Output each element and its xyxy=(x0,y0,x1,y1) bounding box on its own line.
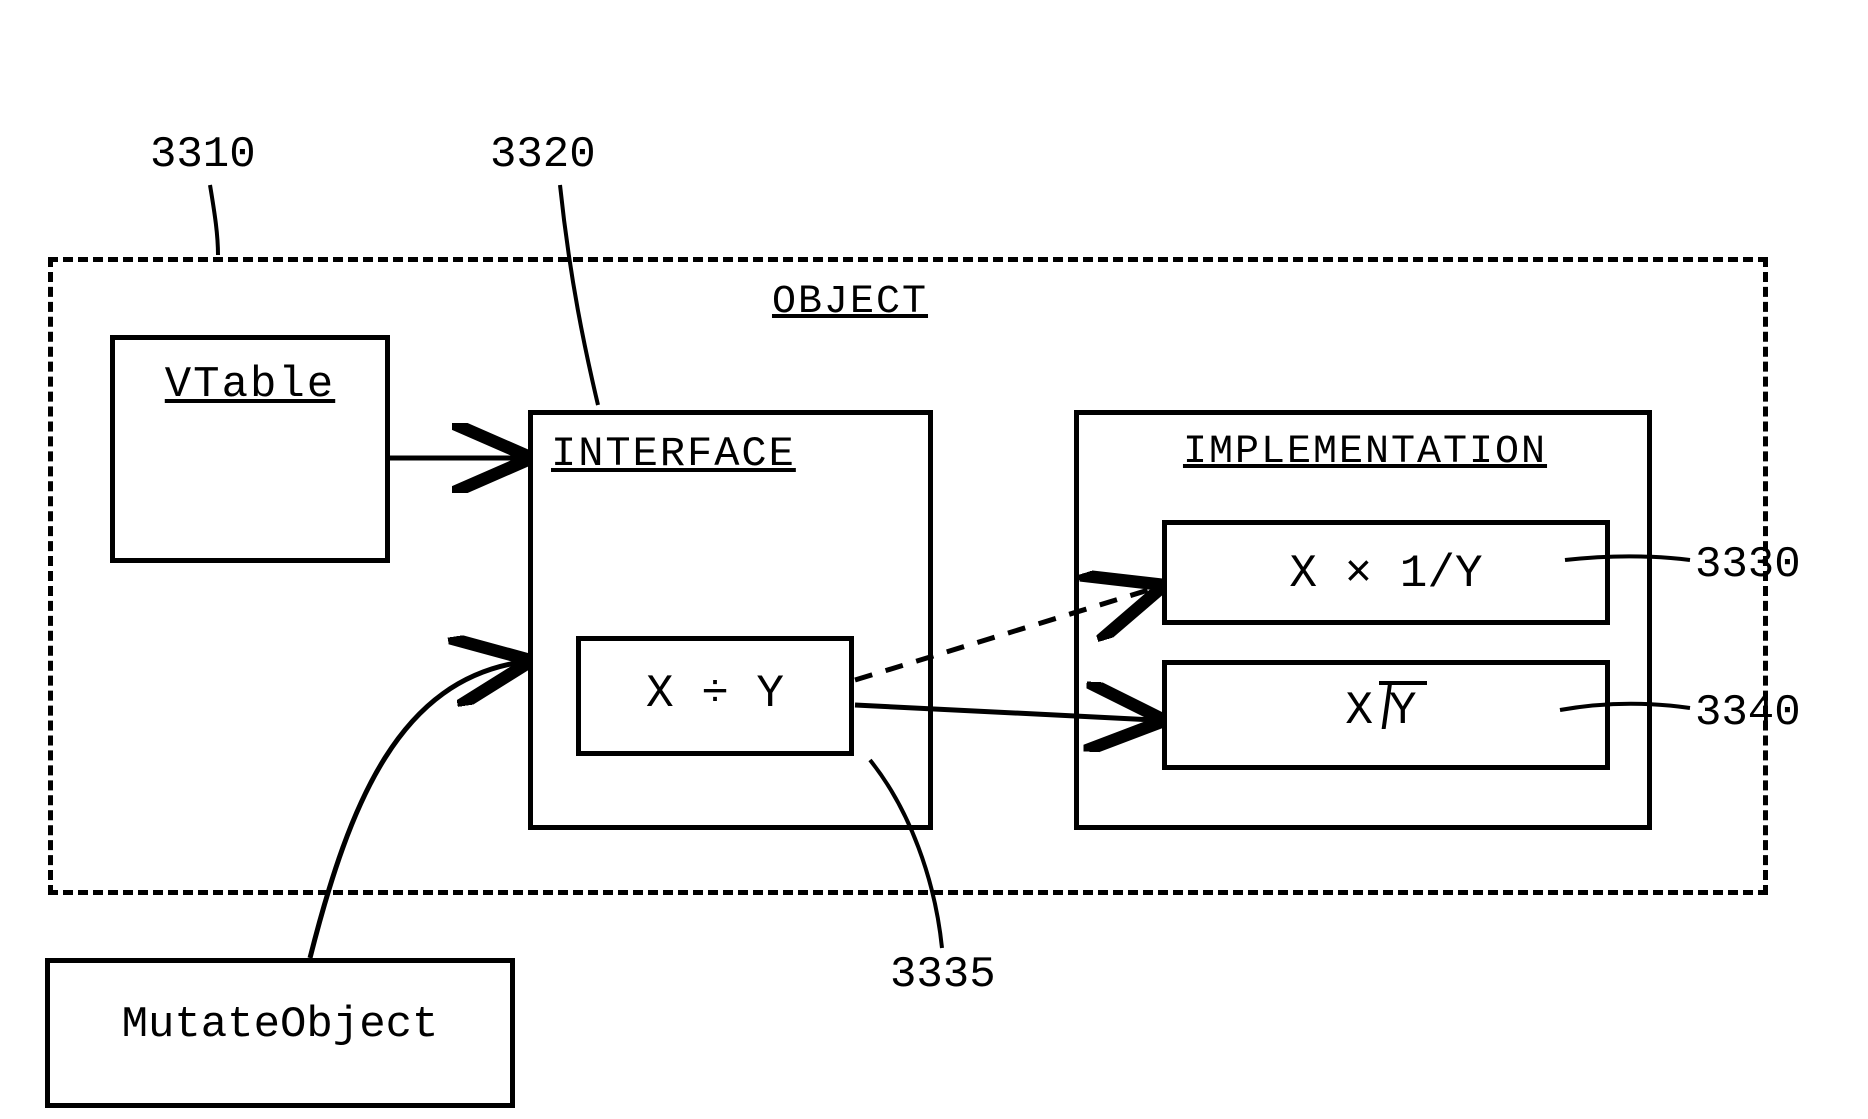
ref-3310: 3310 xyxy=(150,130,256,180)
vtable-title: VTable xyxy=(130,360,370,410)
implementation-1-formula: X × 1/Y xyxy=(1162,548,1610,600)
interface-title: INTERFACE xyxy=(545,430,915,478)
ref-3335: 3335 xyxy=(890,950,996,1000)
diagram-canvas: OBJECT VTable INTERFACE X ÷ Y IMPLEMENTA… xyxy=(0,0,1868,1119)
mutate-object-label: MutateObject xyxy=(45,1000,515,1050)
ref-3330: 3330 xyxy=(1695,540,1801,590)
interface-operation: X ÷ Y xyxy=(576,668,854,720)
implementation-title: IMPLEMENTATION xyxy=(1095,430,1635,475)
ref-3320: 3320 xyxy=(490,130,596,180)
ref-3340: 3340 xyxy=(1695,688,1801,738)
object-title: OBJECT xyxy=(740,280,960,325)
implementation-2-formula: XY xyxy=(1162,685,1610,737)
impl2-dividend: Y xyxy=(1379,681,1427,737)
